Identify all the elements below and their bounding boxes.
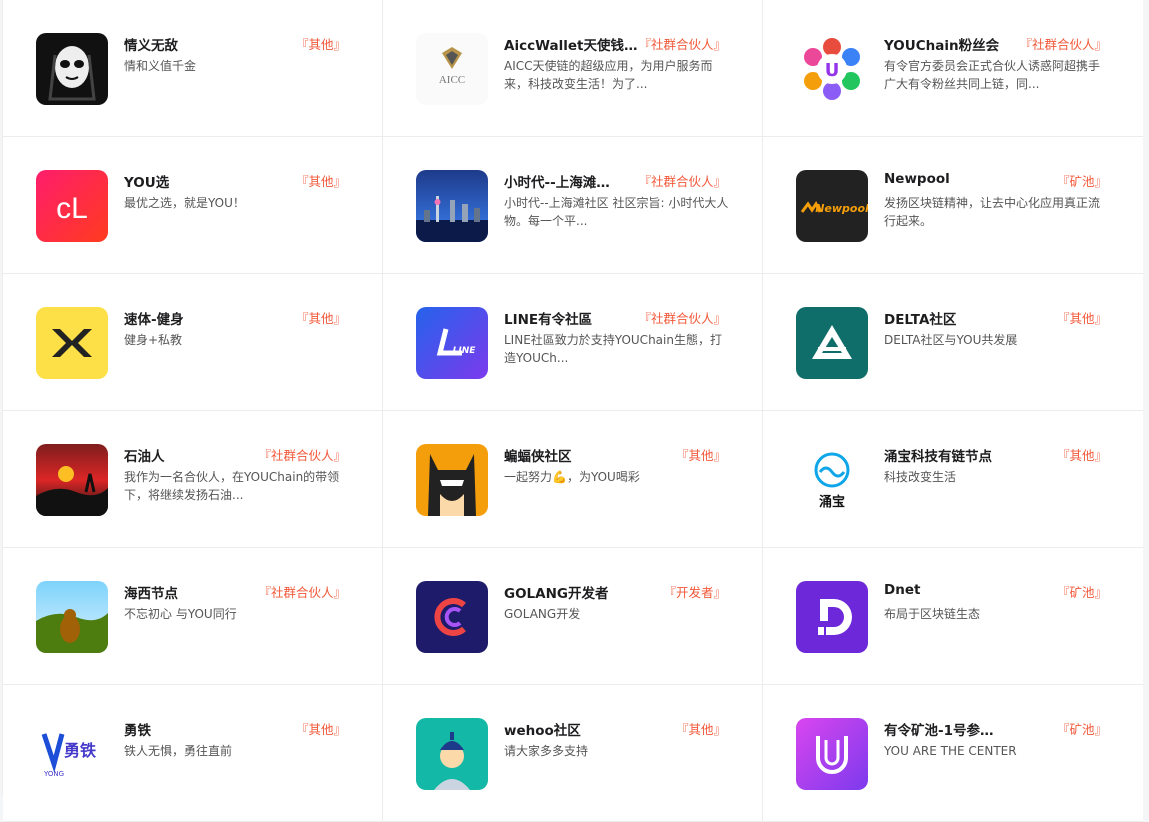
svg-text:LINE: LINE	[453, 346, 477, 356]
double-chevron-x-icon	[36, 307, 108, 379]
category-tag: 『矿池』	[1056, 585, 1107, 600]
app-description: 布局于区块链生态	[884, 607, 981, 621]
app-card[interactable]: 勇铁 YONG 勇铁 『其他』 铁人无惧，勇往直前	[3, 685, 383, 822]
category-tag: 『开发者』	[663, 585, 726, 600]
app-name: 情义无敌	[124, 38, 178, 54]
app-description: 有令官方委员会正式合伙人诱惑阿超携手广大有令粉丝共同上链，同...	[884, 59, 1101, 91]
category-tag: 『社群合伙人』	[638, 311, 726, 326]
category-tag: 『其他』	[1056, 311, 1107, 326]
avatar-man-icon	[416, 718, 488, 790]
category-tag: 『社群合伙人』	[258, 448, 346, 463]
app-card[interactable]: 有令矿池-1号参… 『矿池』 YOU ARE THE CENTER	[763, 685, 1143, 822]
app-description: 一起努力💪，为YOU喝彩	[504, 470, 640, 484]
app-name: Dnet	[884, 582, 921, 598]
category-tag: 『矿池』	[1056, 722, 1107, 737]
app-name: DELTA社区	[884, 312, 957, 328]
svg-text:AICC: AICC	[439, 74, 465, 86]
category-tag: 『社群合伙人』	[638, 174, 726, 189]
app-description: 发扬区块链精神，让去中心化应用真正流行起来。	[884, 196, 1101, 228]
app-name: Newpool	[884, 171, 950, 187]
line-logo-icon: LINE	[416, 307, 488, 379]
category-tag: 『其他』	[675, 448, 726, 463]
yongbao-wave-icon: 涌宝	[796, 444, 868, 516]
app-description: DELTA社区与YOU共发展	[884, 333, 1018, 347]
app-card[interactable]: 涌宝 涌宝科技有链节点 『其他』 科技改变生活	[763, 411, 1143, 548]
partner-grid: 情义无敌 『其他』 情和义值千金 AICC AiccWallet天使钱… 『社群…	[2, 0, 1143, 822]
app-name: 有令矿池-1号参…	[884, 723, 994, 739]
sunset-silhouette-icon	[36, 444, 108, 516]
app-card[interactable]: wehoo社区 『其他』 请大家多多支持	[383, 685, 763, 822]
app-description: 小时代--上海滩社区 社区宗旨: 小时代大人物。每一个平...	[504, 196, 729, 228]
app-name: GOLANG开发者	[504, 586, 609, 602]
delta-triangle-icon	[796, 307, 868, 379]
app-card[interactable]: 速体-健身 『其他』 健身+私教	[3, 274, 383, 411]
svg-text:勇铁: 勇铁	[64, 741, 96, 760]
svg-text:YONG: YONG	[43, 770, 64, 778]
app-card[interactable]: LINE LINE有令社區 『社群合伙人』 LINE社區致力於支持YOUChai…	[383, 274, 763, 411]
app-name: YOU选	[124, 175, 170, 191]
app-card[interactable]: U YOUChain粉丝会 『社群合伙人』 有令官方委员会正式合伙人诱惑阿超携手…	[763, 0, 1143, 137]
category-tag: 『其他』	[295, 174, 346, 189]
app-name: 勇铁	[124, 723, 151, 739]
app-description: AICC天使链的超级应用，为用户服务而来，科技改变生活！为了...	[504, 59, 713, 91]
app-description: YOU ARE THE CENTER	[884, 744, 1017, 758]
app-card[interactable]: GOLANG开发者 『开发者』 GOLANG开发	[383, 548, 763, 685]
buddha-landscape-icon	[36, 581, 108, 653]
app-name: 速体-健身	[124, 312, 184, 328]
svg-text:cL: cL	[56, 192, 88, 225]
category-tag: 『社群合伙人』	[1019, 37, 1107, 52]
svg-text:U: U	[825, 60, 840, 81]
app-card[interactable]: 情义无敌 『其他』 情和义值千金	[3, 0, 383, 137]
app-name: 蝙蝠侠社区	[504, 449, 572, 465]
app-description: 不忘初心 与YOU同行	[124, 607, 237, 621]
shanghai-skyline-icon	[416, 170, 488, 242]
app-card[interactable]: cL YOU选 『其他』 最优之选，就是YOU！	[3, 137, 383, 274]
skull-mask-icon	[36, 33, 108, 105]
app-description: GOLANG开发	[504, 607, 581, 621]
app-card[interactable]: DELTA社区 『其他』 DELTA社区与YOU共发展	[763, 274, 1143, 411]
u-shield-gradient-icon	[796, 718, 868, 790]
category-tag: 『社群合伙人』	[638, 37, 726, 52]
app-card[interactable]: 石油人 『社群合伙人』 我作为一名合伙人，在YOUChain的带领下，将继续发扬…	[3, 411, 383, 548]
newpool-logo-icon: Newpool	[796, 170, 868, 242]
app-description: 健身+私教	[124, 333, 183, 347]
app-card[interactable]: 海西节点 『社群合伙人』 不忘初心 与YOU同行	[3, 548, 383, 685]
app-description: 科技改变生活	[884, 470, 957, 484]
app-card[interactable]: 小时代--上海滩… 『社群合伙人』 小时代--上海滩社区 社区宗旨: 小时代大人…	[383, 137, 763, 274]
category-tag: 『其他』	[1056, 448, 1107, 463]
app-description: 情和义值千金	[124, 59, 197, 73]
app-name: wehoo社区	[504, 723, 581, 739]
dnet-d-icon	[796, 581, 868, 653]
app-description: 我作为一名合伙人，在YOUChain的带领下，将继续发扬石油...	[124, 470, 340, 502]
app-description: 请大家多多支持	[504, 744, 589, 758]
app-description: LINE社區致力於支持YOUChain生態，打造YOUCh...	[504, 333, 722, 365]
category-tag: 『其他』	[295, 311, 346, 326]
app-card[interactable]: 蝙蝠侠社区 『其他』 一起努力💪，为YOU喝彩	[383, 411, 763, 548]
app-description: 铁人无惧，勇往直前	[124, 744, 233, 758]
app-card[interactable]: Newpool Newpool 『矿池』 发扬区块链精神，让去中心化应用真正流行…	[763, 137, 1143, 274]
yongtie-logo-icon: 勇铁 YONG	[36, 718, 108, 790]
app-description: 最优之选，就是YOU！	[124, 196, 245, 210]
category-tag: 『其他』	[295, 37, 346, 52]
category-tag: 『矿池』	[1056, 174, 1107, 189]
golang-c-icon	[416, 581, 488, 653]
category-tag: 『其他』	[295, 722, 346, 737]
colorful-ring-u-icon: U	[796, 33, 868, 105]
youxuan-cl-icon: cL	[36, 170, 108, 242]
app-card[interactable]: Dnet 『矿池』 布局于区块链生态	[763, 548, 1143, 685]
batman-icon	[416, 444, 488, 516]
category-tag: 『社群合伙人』	[258, 585, 346, 600]
svg-text:Newpool: Newpool	[815, 202, 868, 215]
category-tag: 『其他』	[675, 722, 726, 737]
app-card[interactable]: AICC AiccWallet天使钱… 『社群合伙人』 AICC天使链的超级应用…	[383, 0, 763, 137]
aicc-logo-icon: AICC	[416, 33, 488, 105]
app-name: 涌宝科技有链节点	[884, 449, 992, 465]
svg-text:涌宝: 涌宝	[819, 494, 845, 510]
